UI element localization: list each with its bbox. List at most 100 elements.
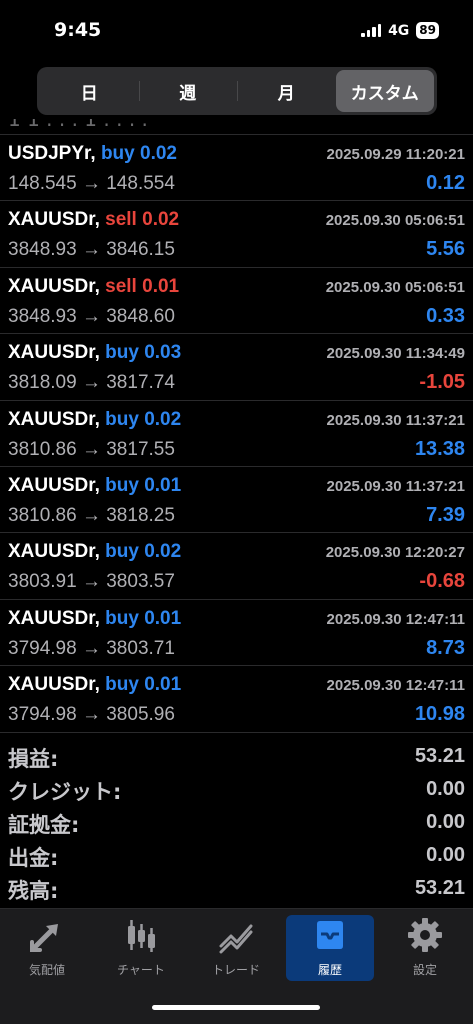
summary-label: クレジット: — [8, 780, 122, 804]
trade-symbol: XAUUSDr, — [8, 674, 100, 696]
status-bar: 9:45 4G 89 — [0, 0, 473, 62]
trade-history-list[interactable]: 1 1 . . . 1 . . . . USDJPYr, buy 0.02 202… — [0, 119, 473, 733]
trade-prices: 3794.98 → 3803.71 — [8, 637, 175, 659]
summary-label: 残高: — [8, 879, 59, 903]
trade-symbol-line: USDJPYr, buy 0.02 — [8, 143, 177, 165]
trade-datetime: 2025.09.30 05:06:51 — [325, 212, 465, 230]
trade-prices: 3848.93 → 3848.60 — [8, 305, 175, 327]
trade-side: buy — [105, 541, 139, 563]
tab-settings[interactable]: 設定 — [381, 915, 469, 981]
trade-symbol-line: XAUUSDr, buy 0.02 — [8, 541, 181, 563]
trade-row[interactable]: XAUUSDr, sell 0.02 2025.09.30 05:06:51 384… — [0, 201, 473, 268]
trade-row[interactable]: XAUUSDr, sell 0.01 2025.09.30 05:06:51 384… — [0, 268, 473, 335]
trade-row[interactable]: XAUUSDr, buy 0.03 2025.09.30 11:34:49 3818… — [0, 334, 473, 401]
trade-profit: -1.05 — [419, 371, 465, 394]
trade-row[interactable]: XAUUSDr, buy 0.01 2025.09.30 12:47:11 3794… — [0, 666, 473, 733]
trade-side: buy — [105, 607, 139, 629]
summary-balance: 残高: 53.21 — [0, 872, 473, 905]
trade-profit: 5.56 — [426, 238, 465, 261]
partially-scrolled-row: 1 1 . . . 1 . . . . — [0, 119, 473, 135]
trade-symbol-line: XAUUSDr, buy 0.01 — [8, 674, 181, 696]
trade-datetime: 2025.09.30 11:37:21 — [326, 477, 465, 495]
home-indicator[interactable] — [152, 1005, 320, 1010]
tab-quotes[interactable]: 気配値 — [3, 915, 91, 981]
period-week[interactable]: 週 — [138, 70, 238, 112]
tab-label: 履歴 — [317, 963, 342, 977]
candlestick-chart-icon — [121, 915, 161, 955]
trade-symbol-line: XAUUSDr, buy 0.03 — [8, 342, 181, 364]
summary-value: 53.21 — [414, 877, 465, 899]
summary-label: 損益: — [8, 747, 59, 771]
summary-profit: 損益: 53.21 — [0, 740, 473, 773]
trade-symbol: XAUUSDr, — [8, 209, 100, 231]
cellular-signal-icon — [361, 24, 382, 37]
trade-volume: 0.01 — [144, 607, 182, 629]
trade-volume: 0.01 — [144, 474, 182, 496]
trade-side: buy — [105, 474, 139, 496]
tab-label: チャート — [117, 963, 165, 977]
trade-prices: 3803.91 → 3803.57 — [8, 571, 175, 593]
tab-trade[interactable]: トレード — [192, 915, 280, 981]
history-tray-icon — [310, 915, 350, 955]
trade-volume: 0.02 — [142, 209, 180, 231]
trade-symbol: XAUUSDr, — [8, 408, 100, 430]
period-custom[interactable]: カスタム — [335, 70, 434, 112]
trade-row[interactable]: XAUUSDr, buy 0.01 2025.09.30 12:47:11 3794… — [0, 600, 473, 667]
trade-prices: 3810.86 → 3817.55 — [8, 438, 175, 460]
trade-side: buy — [100, 143, 135, 164]
quotes-arrows-icon — [27, 915, 67, 955]
network-type: 4G — [388, 22, 410, 39]
trade-prices: 3848.93 → 3846.15 — [8, 239, 175, 261]
trade-profit: 0.12 — [426, 172, 465, 194]
period-month[interactable]: 月 — [237, 70, 336, 112]
trade-datetime: 2025.09.30 12:47:11 — [326, 677, 465, 695]
tab-chart[interactable]: チャート — [97, 915, 185, 981]
trade-row[interactable]: XAUUSDr, buy 0.01 2025.09.30 11:37:21 3810… — [0, 467, 473, 534]
trade-volume: 0.02 — [140, 143, 177, 164]
trade-profit: 8.73 — [426, 636, 465, 659]
tab-label: 気配値 — [28, 963, 65, 977]
gear-icon — [405, 915, 445, 955]
trade-row[interactable]: USDJPYr, buy 0.02 2025.09.29 11:20:21 148.… — [0, 135, 473, 202]
trade-symbol: XAUUSDr, — [8, 342, 100, 364]
trade-prices: 3810.86 → 3818.25 — [8, 504, 175, 526]
cut-off-row-text: 1 1 . . . 1 . . . . — [8, 119, 148, 131]
trade-symbol-line: XAUUSDr, sell 0.02 — [8, 209, 179, 231]
trade-prices: 148.545 → 148.554 — [8, 173, 175, 194]
trade-profit: -0.68 — [419, 570, 465, 593]
trade-datetime: 2025.09.30 05:06:51 — [325, 278, 465, 296]
trade-row[interactable]: XAUUSDr, buy 0.02 2025.09.30 11:37:21 3810… — [0, 401, 473, 467]
summary-value: 0.00 — [426, 811, 465, 833]
trade-symbol: XAUUSDr, — [8, 474, 100, 496]
battery-icon: 89 — [416, 22, 439, 39]
trade-row[interactable]: XAUUSDr, buy 0.02 2025.09.30 12:20:27 3803… — [0, 533, 473, 600]
trade-prices: 3794.98 → 3805.96 — [8, 704, 175, 726]
trade-symbol: XAUUSDr, — [8, 541, 100, 563]
trade-symbol: XAUUSDr, — [8, 607, 100, 629]
trade-side: buy — [105, 342, 139, 364]
trade-datetime: 2025.09.29 11:20:21 — [326, 146, 465, 163]
trade-datetime: 2025.09.30 11:37:21 — [326, 411, 465, 429]
summary-credit: クレジット: 0.00 — [0, 773, 473, 806]
trade-symbol: USDJPYr, — [8, 143, 96, 164]
trade-side: sell — [105, 209, 137, 231]
trade-symbol: XAUUSDr, — [8, 275, 100, 297]
trade-volume: 0.01 — [142, 275, 180, 297]
trade-symbol-line: XAUUSDr, buy 0.01 — [8, 608, 181, 630]
trade-symbol-line: XAUUSDr, sell 0.01 — [8, 276, 179, 298]
trade-volume: 0.01 — [144, 674, 182, 696]
summary-value: 0.00 — [426, 778, 465, 800]
trade-profit: 10.98 — [414, 703, 465, 726]
trade-side: buy — [105, 408, 139, 430]
period-selector: 日 週 月 カスタム — [37, 67, 437, 115]
trade-profit: 13.38 — [414, 437, 465, 460]
period-day[interactable]: 日 — [40, 70, 139, 112]
summary-label: 出金: — [8, 846, 59, 870]
summary-label: 証拠金: — [8, 813, 80, 837]
trade-profit: 7.39 — [426, 503, 465, 526]
status-time: 9:45 — [54, 19, 102, 41]
tab-label: 設定 — [412, 963, 437, 977]
tab-history[interactable]: 履歴 — [286, 915, 374, 981]
trade-datetime: 2025.09.30 12:47:11 — [326, 610, 465, 628]
trade-datetime: 2025.09.30 11:34:49 — [326, 345, 465, 363]
